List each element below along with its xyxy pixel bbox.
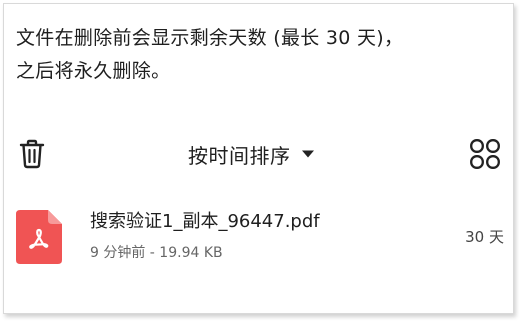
notice-line-2: 之后将永久删除。 [16,60,171,82]
file-meta: 9 分钟前 - 19.94 KB [90,245,223,261]
retention-notice: 文件在删除前会显示剩余天数 (最长 30 天)， 之后将永久删除。 [16,22,506,88]
caret-down-icon [301,147,315,161]
grid-view-icon [470,139,500,169]
pdf-file-icon [16,210,62,264]
delete-button[interactable] [14,136,50,172]
sort-dropdown[interactable]: 按时间排序 [188,138,315,170]
sort-label: 按时间排序 [188,143,291,168]
toolbar: 按时间排序 [4,126,513,182]
file-name: 搜索验证1_副本_96447.pdf [90,211,320,232]
notice-line-1: 文件在删除前会显示剩余天数 (最长 30 天)， [16,27,404,49]
grid-view-button[interactable] [467,136,503,172]
trash-icon [19,139,45,169]
file-list-item[interactable]: 搜索验证1_副本_96447.pdf 9 分钟前 - 19.94 KB 30 天 [4,199,513,275]
recycle-bin-panel: 文件在删除前会显示剩余天数 (最长 30 天)， 之后将永久删除。 按时间排序 [3,3,514,314]
remaining-days: 30 天 [465,228,504,246]
